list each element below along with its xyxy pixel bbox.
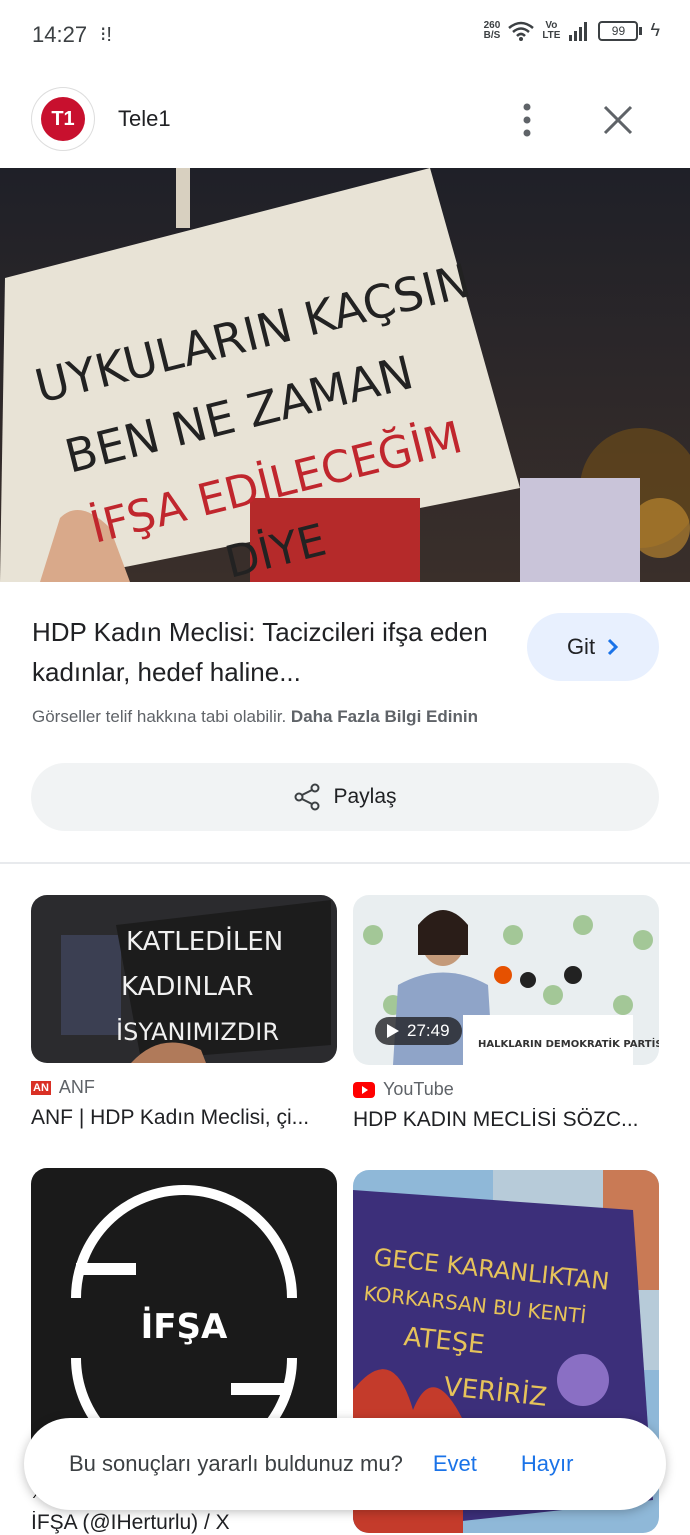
close-button[interactable]	[596, 100, 640, 140]
visit-button-label: Git	[566, 634, 596, 659]
battery-icon: 99	[598, 20, 643, 41]
related-source: YouTube	[353, 1079, 659, 1100]
source-logo[interactable]: T1	[32, 88, 94, 150]
volte-indicator: Vo LTE	[542, 19, 561, 41]
sign-line: İSYANIMIZDIR	[116, 1017, 279, 1046]
youtube-icon	[353, 1081, 375, 1098]
close-icon	[603, 105, 633, 135]
main-image[interactable]: UYKULARIN KAÇSIN BEN NE ZAMAN İFŞA EDİLE…	[0, 168, 690, 582]
feedback-question: Bu sonuçları yararlı buldunuz mu?	[69, 1451, 403, 1476]
related-thumbnail[interactable]: KATLEDİLEN KADINLAR İSYANIMIZDIR	[31, 895, 337, 1063]
charging-icon: ϟ	[650, 20, 660, 40]
viewer-header: T1 Tele1	[0, 84, 690, 154]
result-title[interactable]: HDP Kadın Meclisi: Tacizcileri ifşa eden…	[32, 612, 502, 692]
related-caption[interactable]: ANF | HDP Kadın Meclisi, çi...	[31, 1106, 337, 1130]
status-indicators: 260 B/S Vo LTE 99 ϟ	[484, 20, 660, 41]
feedback-yes-button[interactable]: Evet	[433, 1451, 477, 1477]
sign-line: KADINLAR	[121, 972, 253, 1002]
anf-icon: AN	[31, 1080, 51, 1095]
status-bar: 14:27 ⁝! 260 B/S Vo LTE 99 ϟ	[0, 0, 690, 70]
more-vert-icon	[523, 103, 531, 137]
share-icon	[294, 783, 320, 811]
chevron-right-icon	[608, 638, 619, 656]
share-button[interactable]: Paylaş	[31, 763, 659, 831]
related-source: AN ANF	[31, 1077, 95, 1097]
wifi-icon	[508, 21, 535, 41]
ifsa-logo-text: İFŞA	[141, 1306, 228, 1347]
tele1-logo: T1	[41, 97, 85, 141]
feedback-no-button[interactable]: Hayır	[521, 1451, 574, 1477]
section-divider	[0, 862, 690, 864]
protest-sign-image: UYKULARIN KAÇSIN BEN NE ZAMAN İFŞA EDİLE…	[0, 168, 690, 582]
related-card-anf[interactable]: KATLEDİLEN KADINLAR İSYANIMIZDIR AN ANF …	[31, 895, 337, 1130]
learn-more-link[interactable]: Daha Fazla Bilgi Edinin	[291, 707, 478, 726]
feedback-bar: Bu sonuçları yararlı buldunuz mu? Evet H…	[24, 1418, 666, 1510]
play-icon	[387, 1024, 399, 1038]
notification-icon: ⁝!	[100, 24, 112, 46]
visit-button[interactable]: Git	[527, 613, 659, 681]
podium-text: HALKLARIN DEMOKRATİK PARTİSİ	[478, 1036, 659, 1050]
signal-icon	[569, 21, 588, 41]
copyright-notice: Görseller telif hakkına tabi olabilir. D…	[32, 707, 478, 726]
related-thumbnail[interactable]: HALKLARIN DEMOKRATİK PARTİSİ 27:49	[353, 895, 659, 1065]
related-caption[interactable]: İFŞA (@IHerturlu) / X	[31, 1511, 337, 1535]
sign-line: KATLEDİLEN	[126, 925, 283, 957]
more-options-button[interactable]	[510, 100, 544, 140]
related-card-youtube[interactable]: HALKLARIN DEMOKRATİK PARTİSİ 27:49 YouTu…	[353, 895, 659, 1132]
source-name[interactable]: Tele1	[118, 106, 171, 132]
related-caption[interactable]: HDP KADIN MECLİSİ SÖZC...	[353, 1108, 659, 1132]
share-label: Paylaş	[333, 785, 397, 808]
video-duration: 27:49	[375, 1017, 462, 1045]
network-rate: 260 B/S	[483, 19, 501, 41]
status-time: 14:27	[32, 22, 88, 47]
